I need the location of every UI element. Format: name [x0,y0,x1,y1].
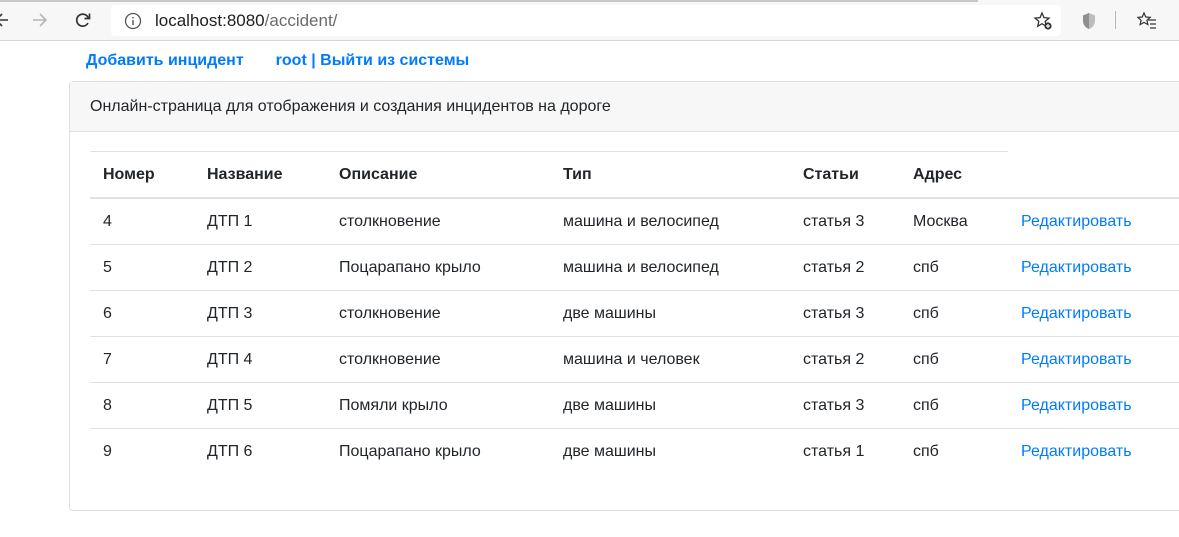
table-row: 9 ДТП 6 Поцарапано крыло две машины стат… [90,429,1179,475]
cell-type: машина и велосипед [563,212,719,230]
cell-address: спб [913,396,939,414]
column-header-description: Описание [339,165,418,183]
cell-number: 7 [103,350,112,368]
cell-name: ДТП 2 [207,258,253,276]
cell-name: ДТП 6 [207,443,253,460]
cell-article: статья 3 [803,304,865,322]
cell-type: машина и человек [563,350,700,368]
edit-link[interactable]: Редактировать [1021,199,1132,244]
column-header-number: Номер [103,165,155,183]
cell-description: Помяли крыло [339,396,448,414]
add-favorite-icon[interactable] [1033,11,1053,36]
add-incident-link[interactable]: Добавить инцидент [86,52,244,70]
cell-description: столкновение [339,304,441,322]
edit-link[interactable]: Редактировать [1021,337,1132,382]
site-info-icon[interactable] [124,12,142,35]
cell-address: Москва [913,212,968,230]
cell-address: спб [913,258,939,276]
cell-address: спб [913,304,939,322]
cell-number: 6 [103,304,112,322]
cell-description: столкновение [339,212,441,230]
cell-number: 8 [103,396,112,414]
toolbar-divider [1115,11,1116,29]
forward-arrow-icon[interactable] [28,8,52,32]
cell-description: Поцарапано крыло [339,443,481,460]
table-row: 6 ДТП 3 столкновение две машины статья 3… [90,291,1179,337]
column-header-articles: Статьи [803,165,859,183]
cell-name: ДТП 3 [207,304,253,322]
cell-address: спб [913,443,939,460]
edit-link[interactable]: Редактировать [1021,245,1132,290]
edit-link[interactable]: Редактировать [1021,383,1132,428]
edit-link[interactable]: Редактировать [1021,429,1132,475]
loading-bar [0,0,978,2]
browser-toolbar: localhost:8080/accident/ [0,0,1179,41]
address-bar[interactable]: localhost:8080/accident/ [111,5,1061,36]
user-logout-link[interactable]: root | Выйти из системы [276,52,470,70]
cell-description: столкновение [339,350,441,368]
cell-number: 9 [103,443,112,460]
cell-type: машина и велосипед [563,258,719,276]
cell-number: 4 [103,212,112,230]
url-text[interactable]: localhost:8080/accident/ [155,11,337,31]
column-header-address: Адрес [913,165,963,183]
cell-article: статья 2 [803,350,865,368]
cell-name: ДТП 1 [207,212,253,230]
cell-description: Поцарапано крыло [339,258,481,276]
column-header-type: Тип [563,165,592,183]
table-row: 7 ДТП 4 столкновение машина и человек ст… [90,337,1179,383]
column-header-name: Название [207,165,283,183]
shield-icon[interactable] [1081,12,1097,35]
cell-type: две машины [563,396,657,414]
cell-address: спб [913,350,939,368]
table-header-row: Номер Название Описание Тип Статьи Адрес [90,152,1179,199]
favorites-icon[interactable] [1136,11,1157,36]
top-nav: Добавить инцидент root | Выйти из систем… [86,52,469,70]
cell-article: статья 3 [803,396,865,414]
card-header: Онлайн-страница для отображения и создан… [70,82,1179,132]
table-row: 5 ДТП 2 Поцарапано крыло машина и велоси… [90,245,1179,291]
cell-article: статья 3 [803,212,865,230]
back-arrow-icon[interactable] [0,8,14,32]
table-row: 4 ДТП 1 столкновение машина и велосипед … [90,199,1179,245]
incidents-card: Онлайн-страница для отображения и создан… [69,81,1179,511]
edit-link[interactable]: Редактировать [1021,291,1132,336]
cell-name: ДТП 5 [207,396,253,414]
reload-icon[interactable] [71,8,95,32]
table-row: 8 ДТП 5 Помяли крыло две машины статья 3… [90,383,1179,429]
cell-article: статья 2 [803,258,865,276]
cell-type: две машины [563,443,657,460]
cell-number: 5 [103,258,112,276]
cell-type: две машины [563,304,657,322]
cell-name: ДТП 4 [207,350,253,368]
cell-article: статья 1 [803,443,865,460]
